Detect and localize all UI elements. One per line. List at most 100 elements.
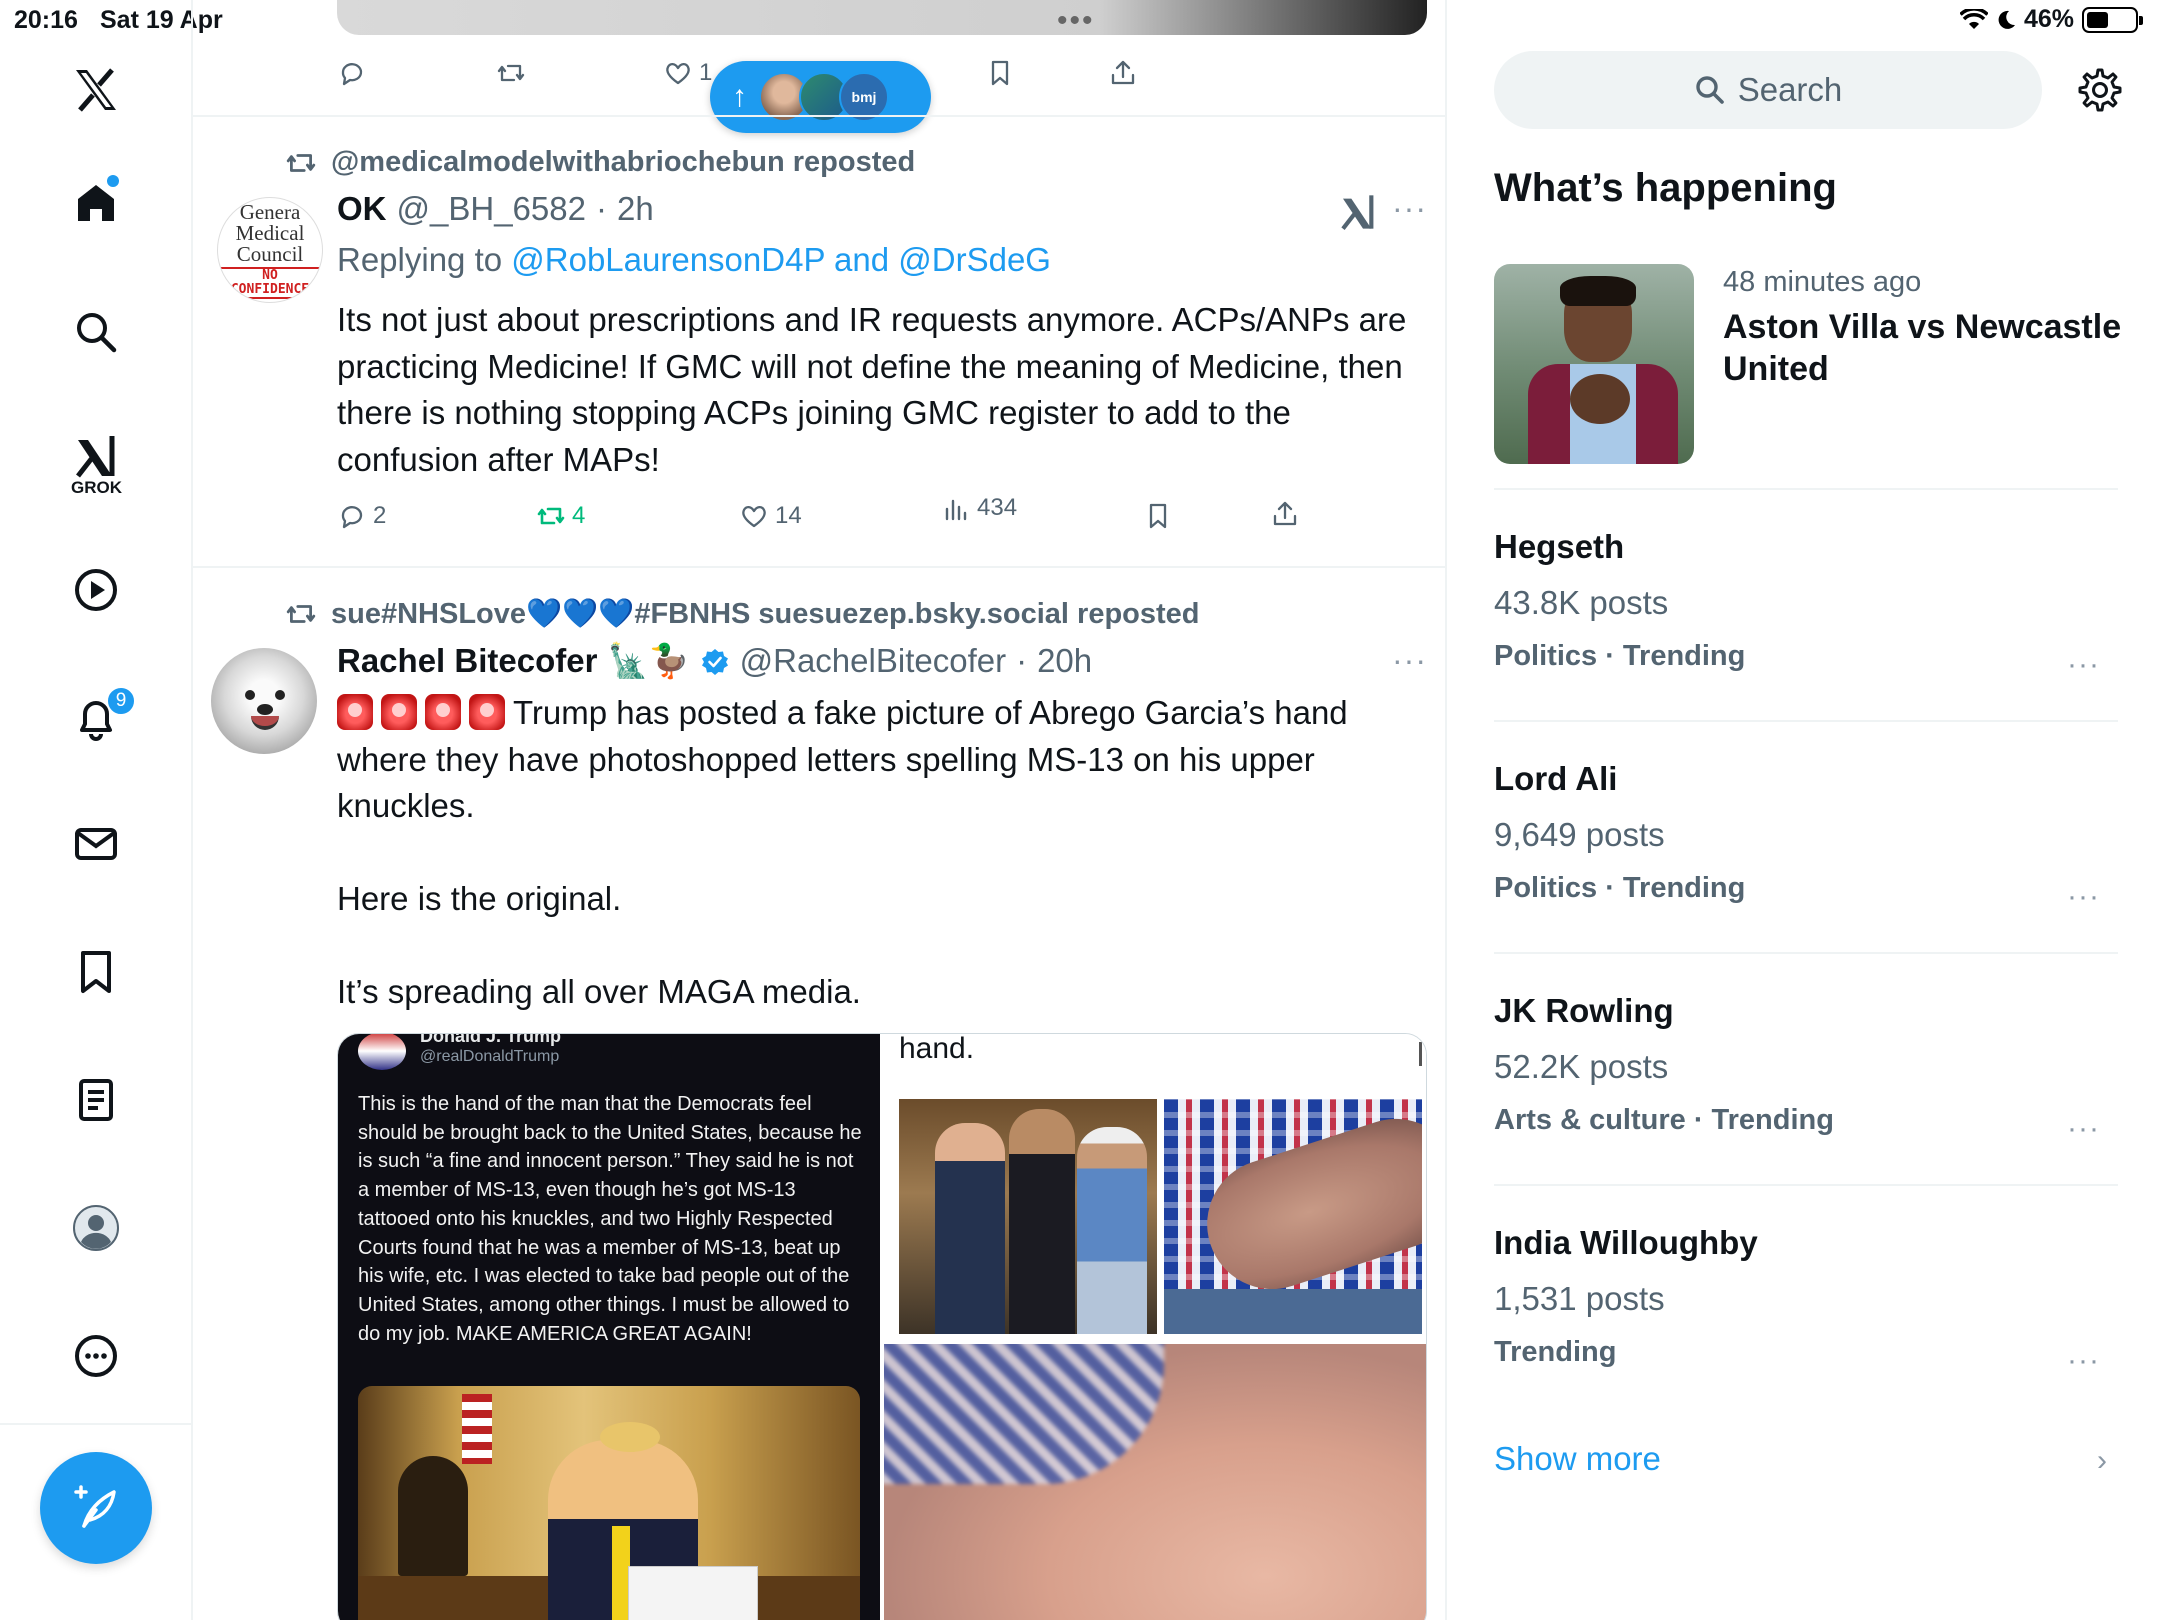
reply-button[interactable] xyxy=(337,58,367,88)
siren-emoji-icon xyxy=(469,694,505,730)
share-icon xyxy=(1111,60,1135,85)
previous-post-media[interactable]: ••• xyxy=(337,0,1427,37)
arrow-up-icon: ↑ xyxy=(732,80,747,113)
post-time[interactable]: 20h xyxy=(1037,642,1092,680)
media-hand-closeup[interactable] xyxy=(884,1344,1426,1620)
x-logo-icon[interactable] xyxy=(48,42,144,138)
repost-context-text: @medicalmodelwithabriochebun reposted xyxy=(331,146,916,178)
search-input[interactable]: Search xyxy=(1494,51,2042,129)
repost-button[interactable] xyxy=(496,58,526,88)
post-media-grid[interactable]: Donald J. Trump @realDonaldTrump This is… xyxy=(337,1033,1427,1620)
bookmark-icon xyxy=(991,60,1009,86)
repost-count: 4 xyxy=(572,502,586,529)
post-time[interactable]: 2h xyxy=(617,190,654,228)
post-text: Trump has posted a fake picture of Abreg… xyxy=(337,690,1427,1016)
replying-prefix: Replying to xyxy=(337,241,512,278)
trend-item[interactable]: JK Rowling 52.2K posts Arts & culture · … xyxy=(1494,992,2118,1145)
post-header: Rachel Bitecofer 🗽🦆 @RachelBitecofer · 2… xyxy=(337,642,1092,681)
left-nav: GROK 9 xyxy=(0,0,193,1620)
timeline-feed[interactable]: ••• 1 ↑ bmj @medicalmodelwithabriochebun… xyxy=(193,0,1447,1620)
bookmark-button[interactable] xyxy=(985,58,1015,88)
featured-event-title: Aston Villa vs Newcastle United xyxy=(1723,308,2122,388)
chevron-right-icon[interactable]: › xyxy=(2097,1444,2107,1478)
list-icon[interactable] xyxy=(48,1052,144,1148)
grok-icon[interactable] xyxy=(1338,192,1378,232)
trend-category: Arts & culture · Trending xyxy=(1494,1104,1834,1136)
avatar[interactable] xyxy=(211,648,317,754)
featured-event-time: 48 minutes ago xyxy=(1723,266,1922,298)
new-posts-pill[interactable]: ↑ bmj xyxy=(710,61,931,133)
media-trump-post-screenshot[interactable]: Donald J. Trump @realDonaldTrump This is… xyxy=(338,1034,880,1620)
bookmark-icon[interactable] xyxy=(48,924,144,1020)
author-handle[interactable]: @_BH_6582 xyxy=(397,190,586,228)
siren-emoji-icon xyxy=(381,694,417,730)
trend-more-button[interactable]: ··· xyxy=(2067,880,2100,914)
avatar[interactable]: Genera Medical Council NO CONFIDENCE xyxy=(217,197,323,303)
siren-emoji-icon xyxy=(425,694,461,730)
reply-icon xyxy=(341,506,363,529)
repost-icon xyxy=(537,507,565,525)
bookmark-button[interactable] xyxy=(1143,501,1173,531)
trend-divider xyxy=(1494,1184,2118,1186)
author-name[interactable]: OK xyxy=(337,190,387,228)
trend-post-count: 43.8K posts xyxy=(1494,584,1669,621)
name-emoji: 🗽🦆 xyxy=(607,642,690,679)
separator-dot: · xyxy=(1016,642,1028,679)
views-button[interactable]: 434 xyxy=(941,493,1017,523)
avatar-text: Genera xyxy=(239,199,301,224)
compose-feather-icon xyxy=(74,1485,116,1528)
trend-category: Politics · Trending xyxy=(1494,640,1746,672)
show-more-link[interactable]: Show more xyxy=(1494,1440,1661,1478)
trend-more-button[interactable]: ··· xyxy=(2067,1344,2100,1378)
trend-divider xyxy=(1494,488,2118,490)
trend-item[interactable]: Hegseth 43.8K posts Politics · Trending … xyxy=(1494,528,2118,681)
trend-more-button[interactable]: ··· xyxy=(2067,648,2100,682)
author-handle[interactable]: @RachelBitecofer xyxy=(740,642,1006,680)
post-more-button[interactable]: ··· xyxy=(1392,642,1427,679)
trend-item[interactable]: India Willoughby 1,531 posts Trending ··… xyxy=(1494,1224,2118,1377)
search-icon[interactable] xyxy=(48,284,144,380)
reply-button[interactable]: 2 xyxy=(337,501,386,531)
like-button[interactable]: 14 xyxy=(739,501,802,531)
trend-item[interactable]: Lord Ali 9,649 posts Politics · Trending… xyxy=(1494,760,2118,913)
analytics-icon xyxy=(945,499,967,521)
bell-icon[interactable] xyxy=(48,670,144,766)
replying-to-link[interactable]: @RobLaurensonD4P and @DrSdeG xyxy=(511,241,1051,278)
share-button[interactable] xyxy=(1108,58,1138,88)
repost-context: @medicalmodelwithabriochebun reposted xyxy=(285,146,915,179)
post-header: OK @_BH_6582 · 2h xyxy=(337,190,654,228)
like-button[interactable]: 1 xyxy=(663,58,712,88)
post-more-button[interactable]: ··· xyxy=(1392,190,1427,227)
nav-divider xyxy=(0,1423,193,1425)
media-caption: hand. xyxy=(899,1033,975,1065)
grok-label: GROK xyxy=(71,478,122,497)
tattoo-hand-photo xyxy=(1164,1099,1422,1334)
trend-more-button[interactable]: ··· xyxy=(2067,1112,2100,1146)
video-icon[interactable] xyxy=(48,542,144,638)
mail-icon[interactable] xyxy=(48,796,144,892)
author-name[interactable]: Rachel Bitecofer xyxy=(337,642,597,680)
profile-icon[interactable] xyxy=(48,1180,144,1276)
post-text-paragraph: It’s spreading all over MAGA media. xyxy=(337,973,861,1010)
trend-post-count: 52.2K posts xyxy=(1494,1048,1669,1085)
trend-post-count: 1,531 posts xyxy=(1494,1280,1665,1317)
trend-name: JK Rowling xyxy=(1494,992,1674,1029)
trend-category: Trending xyxy=(1494,1336,1617,1368)
view-count: 434 xyxy=(977,494,1018,521)
home-icon[interactable] xyxy=(48,155,144,251)
repost-button[interactable]: 4 xyxy=(536,501,585,531)
share-icon xyxy=(1273,501,1297,526)
compose-button[interactable] xyxy=(40,1452,152,1564)
handshake-photo xyxy=(899,1099,1157,1334)
gear-icon[interactable] xyxy=(2077,67,2123,113)
avatar-stamp: NO CONFIDENCE xyxy=(218,266,322,299)
more-icon[interactable] xyxy=(48,1308,144,1404)
share-button[interactable] xyxy=(1270,499,1300,529)
media-carousel-dots: ••• xyxy=(1057,4,1095,37)
trend-category: Politics · Trending xyxy=(1494,872,1746,904)
whats-happening-heading: What’s happening xyxy=(1494,166,1837,210)
media-scrollbar xyxy=(1419,1042,1422,1066)
media-original-photos[interactable]: hand. xyxy=(884,1033,1426,1340)
verified-badge-icon[interactable] xyxy=(700,647,730,677)
reply-icon xyxy=(341,63,363,86)
